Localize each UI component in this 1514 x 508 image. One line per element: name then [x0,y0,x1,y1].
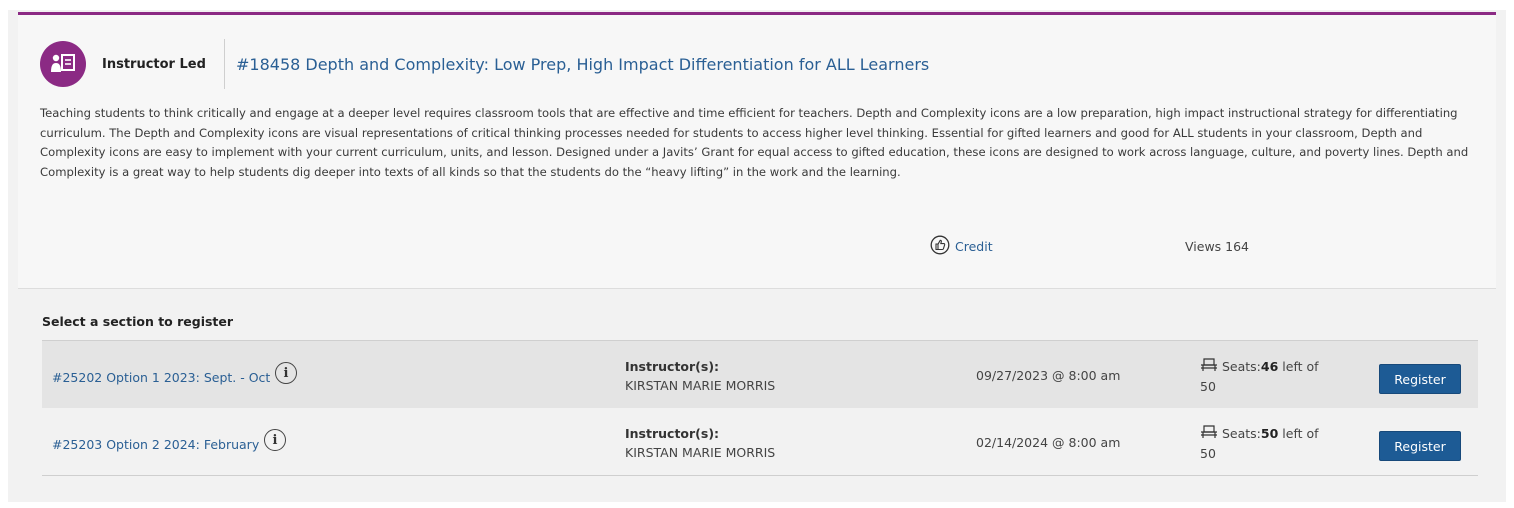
credit-label[interactable]: Credit [955,239,993,254]
seats-total: 50 [1200,446,1216,461]
seats-prefix: Seats: [1221,426,1261,441]
seats-left: 50 [1260,426,1279,441]
section-link[interactable]: #25202 Option 1 2023: Sept. - Oct [52,370,270,385]
instructor-led-icon [40,41,86,87]
course-title: #18458 Depth and Complexity: Low Prep, H… [236,55,930,74]
section-link[interactable]: #25203 Option 2 2024: February [52,437,259,452]
seats-info: Seats:46 left of 50 [1200,357,1340,397]
seat-icon [1200,358,1222,374]
info-icon[interactable]: i [264,429,286,451]
seats-prefix: Seats: [1221,359,1261,374]
section-row: #25203 Option 2 2024: February i Instruc… [42,408,1478,476]
course-card: Instructor Led #18458 Depth and Complexi… [18,12,1496,288]
seats-suffix: left of [1278,426,1319,441]
instructor-name: KIRSTAN MARIE MORRIS [625,378,776,393]
instructor-label: Instructor(s): [625,426,720,441]
section-date: 02/14/2024 @ 8:00 am [976,435,1121,450]
header-divider [224,39,225,89]
info-icon[interactable]: i [275,362,297,384]
register-button[interactable]: Register [1379,364,1461,394]
seat-icon [1200,425,1222,441]
seats-left: 46 [1260,359,1279,374]
seats-suffix: left of [1278,359,1319,374]
section-row: #25202 Option 1 2023: Sept. - Oct i Inst… [42,340,1478,408]
thumbs-up-icon [930,235,950,258]
section-divider [18,288,1496,289]
instructor-label: Instructor(s): [625,359,720,374]
seats-info: Seats:50 left of 50 [1200,424,1340,464]
register-button[interactable]: Register [1379,431,1461,461]
course-type-label: Instructor Led [102,57,206,72]
instructor-name: KIRSTAN MARIE MORRIS [625,445,776,460]
section-date: 09/27/2023 @ 8:00 am [976,368,1121,383]
sections-heading: Select a section to register [42,314,234,329]
credit-link[interactable]: Credit [930,235,993,258]
views-count: Views 164 [1185,239,1250,254]
seats-total: 50 [1200,379,1216,394]
course-description: Teaching students to think critically an… [40,106,1469,179]
